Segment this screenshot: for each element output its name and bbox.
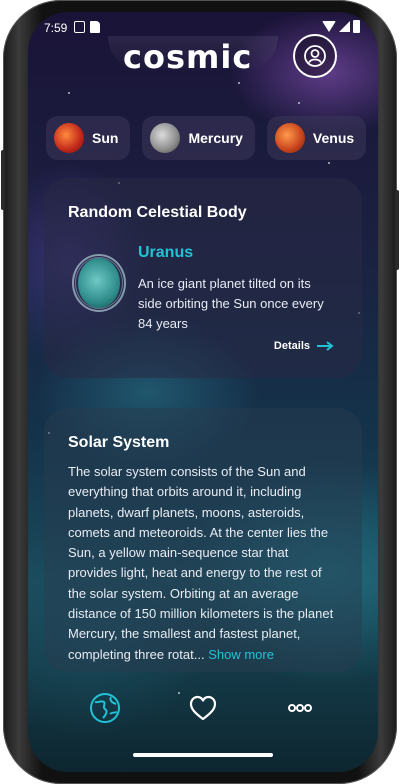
power-button: [395, 190, 399, 270]
solar-system-text: The solar system consists of the Sun and…: [68, 462, 340, 665]
mercury-icon: [150, 123, 181, 153]
card-title: Random Celestial Body: [68, 204, 247, 221]
screenshot-icon: [74, 21, 85, 33]
sd-card-icon: [90, 21, 100, 33]
chip-mercury[interactable]: Mercury: [142, 116, 255, 160]
celestial-bodies-strip: Sun Mercury Venus: [46, 116, 367, 160]
phone-frame: 7:59 cosmic Sun Mercury Venus Random Cel…: [1, 0, 399, 784]
chip-label: Sun: [92, 130, 119, 146]
bottom-nav: [28, 688, 378, 728]
status-right: [322, 20, 360, 33]
details-label: Details: [273, 340, 310, 352]
planet-ring-inner: [75, 257, 123, 309]
battery-icon: [353, 20, 360, 33]
nav-more[interactable]: [284, 692, 316, 724]
venus-icon: [274, 123, 305, 153]
status-time: 7:59: [44, 21, 68, 35]
signal-icon: [339, 21, 350, 32]
solar-body-text: The solar system consists of the Sun and…: [68, 464, 334, 662]
solar-system-card: Solar System The solar system consists o…: [44, 408, 362, 672]
body-name: Uranus: [138, 244, 194, 261]
details-link[interactable]: Details: [274, 340, 334, 352]
sun-icon: [54, 123, 84, 153]
globe-icon: [90, 693, 120, 723]
chip-label: Mercury: [188, 130, 243, 146]
volume-button: [1, 150, 5, 210]
card-title: Solar System: [68, 434, 170, 451]
heart-icon: [189, 695, 217, 721]
more-icon: [288, 704, 312, 712]
nav-explore[interactable]: [89, 692, 121, 724]
user-circle-icon: [304, 45, 326, 67]
chip-label: Venus: [312, 130, 355, 146]
app-logo: cosmic: [123, 38, 253, 76]
chip-venus[interactable]: Venus: [266, 116, 367, 160]
home-indicator[interactable]: [133, 753, 273, 757]
screen: 7:59 cosmic Sun Mercury Venus Random Cel…: [28, 12, 378, 772]
random-body-card[interactable]: Random Celestial Body Uranus An ice gian…: [44, 178, 362, 378]
arrow-right-icon: [317, 341, 334, 351]
nav-favorites[interactable]: [187, 692, 219, 724]
show-more-link[interactable]: Show more: [205, 647, 274, 662]
wifi-icon: [322, 21, 336, 32]
profile-button[interactable]: [293, 34, 337, 78]
chip-sun[interactable]: Sun: [46, 116, 131, 160]
body-description: An ice giant planet tilted on its side o…: [138, 276, 324, 331]
